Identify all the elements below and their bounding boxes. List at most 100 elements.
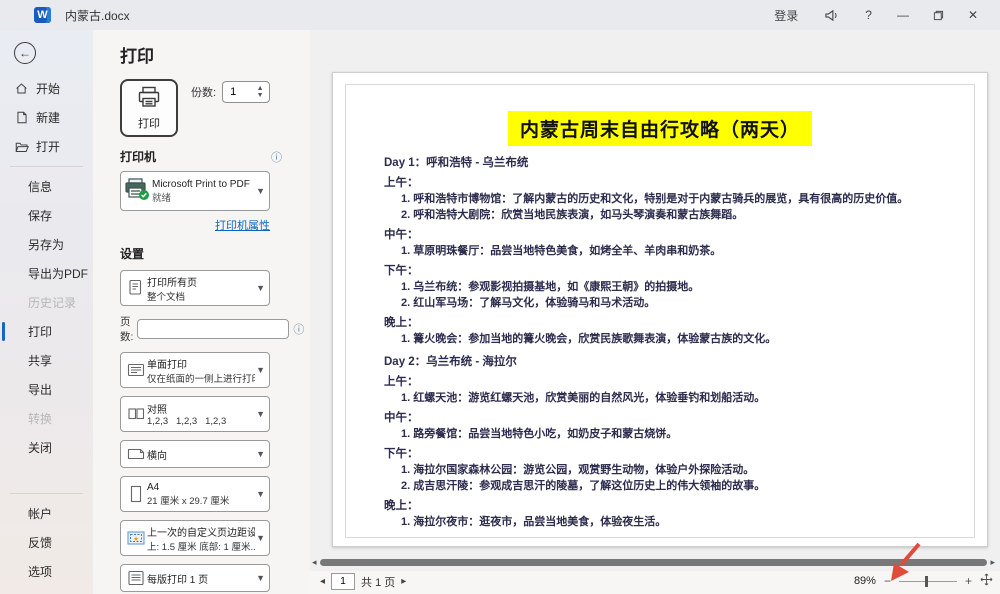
sidebar-item-export[interactable]: 导出 bbox=[0, 375, 93, 404]
printer-status: 就绪 bbox=[152, 190, 255, 204]
sidebar-item-label: 另存为 bbox=[28, 236, 64, 253]
dropdown-paper-size[interactable]: A421 厘米 x 29.7 厘米▼ bbox=[120, 476, 270, 512]
print-button-label: 打印 bbox=[138, 115, 160, 131]
sign-in-button[interactable]: 登录 bbox=[761, 3, 811, 28]
chevron-down-icon: ▼ bbox=[255, 283, 266, 293]
horizontal-scrollbar[interactable]: ◂ ▸ bbox=[312, 558, 995, 567]
info-icon[interactable]: ⓘ bbox=[293, 321, 304, 337]
sidebar-item-open[interactable]: 打开 bbox=[0, 132, 93, 161]
dropdown-orientation[interactable]: 横向▼ bbox=[120, 440, 270, 468]
titlebar-document-name: 内蒙古.docx bbox=[65, 7, 130, 24]
doc-item-line: 1. 草原明珠餐厅：品尝当地特色美食，如烤全羊、羊肉串和奶茶。 bbox=[384, 244, 944, 259]
dropdown-text: 对照1,2,3 1,2,3 1,2,3 bbox=[147, 401, 255, 427]
doc-item-line: 2. 呼和浩特大剧院：欣赏当地民族表演，如马头琴演奏和蒙古族舞蹈。 bbox=[384, 208, 944, 223]
dropdown-margins[interactable]: ★上一次的自定义页边距设置上: 1.5 厘米 底部: 1 厘米...▼ bbox=[120, 520, 270, 556]
titlebar: W 内蒙古.docx 登录 ? — ✕ bbox=[0, 0, 1000, 30]
sidebar-item-label: 历史记录 bbox=[28, 294, 76, 311]
scroll-right-icon[interactable]: ▸ bbox=[990, 558, 995, 567]
back-button[interactable]: ← bbox=[14, 42, 36, 64]
help-button[interactable]: ? bbox=[852, 4, 885, 26]
restore-button[interactable] bbox=[921, 6, 956, 25]
sidebar-item-info[interactable]: 信息 bbox=[0, 172, 93, 201]
dropdown-text: 打印所有页整个文档 bbox=[147, 274, 255, 303]
doc-item-line: 2. 成吉思汗陵：参观成吉思汗的陵墓，了解这位历史上的伟大领袖的故事。 bbox=[384, 479, 944, 494]
copies-stepper[interactable]: ▲▼ bbox=[222, 81, 270, 103]
spin-up-icon[interactable]: ▲ bbox=[257, 85, 264, 92]
dropdown-collation[interactable]: 对照1,2,3 1,2,3 1,2,3▼ bbox=[120, 396, 270, 432]
margins-icon: ★ bbox=[124, 528, 147, 548]
zoom-slider-thumb[interactable] bbox=[925, 576, 928, 587]
spin-down-icon[interactable]: ▼ bbox=[257, 92, 264, 99]
doc-item-line: 1. 路旁餐馆：品尝当地特色小吃，如奶皮子和蒙古烧饼。 bbox=[384, 427, 944, 442]
dropdown-text: 横向 bbox=[147, 447, 255, 462]
scrollbar-thumb[interactable] bbox=[320, 559, 988, 566]
dropdown-print-range[interactable]: 打印所有页整个文档▼ bbox=[120, 270, 270, 306]
copies-input[interactable] bbox=[223, 82, 251, 102]
pages-per-sheet-icon bbox=[124, 568, 147, 588]
dropdown-line2: 上: 1.5 厘米 底部: 1 厘米... bbox=[147, 539, 255, 553]
sidebar-divider bbox=[10, 493, 83, 494]
sidebar-item-print[interactable]: 打印 bbox=[0, 317, 93, 346]
zoom-out-button[interactable]: − bbox=[884, 574, 891, 588]
sidebar-item-account[interactable]: 帐户 bbox=[0, 499, 93, 528]
dropdown-line2: 21 厘米 x 29.7 厘米 bbox=[147, 493, 255, 507]
sidebar-item-label: 导出为PDF bbox=[28, 265, 88, 282]
pages-input[interactable] bbox=[137, 319, 289, 339]
print-all-pages-icon bbox=[124, 278, 147, 298]
doc-item-line: 1. 篝火晚会：参加当地的篝火晚会，欣赏民族歌舞表演，体验蒙古族的文化。 bbox=[384, 332, 944, 347]
sidebar-divider bbox=[10, 166, 83, 167]
doc-item-line: 1. 红螺天池：游览红螺天池，欣赏美丽的自然风光，体验垂钓和划船活动。 bbox=[384, 391, 944, 406]
sidebar-item-export-pdf[interactable]: 导出为PDF bbox=[0, 259, 93, 288]
sidebar-item-feedback[interactable]: 反馈 bbox=[0, 528, 93, 557]
dropdown-duplex[interactable]: 单面打印仅在纸面的一侧上进行打印▼ bbox=[120, 352, 270, 388]
dropdown-pages-per-sheet[interactable]: 每版打印 1 页▼ bbox=[120, 564, 270, 592]
minimize-button[interactable]: — bbox=[885, 4, 921, 26]
sidebar-item-save-as[interactable]: 另存为 bbox=[0, 230, 93, 259]
doc-item-line: 1. 海拉尔国家森林公园：游览公园，观赏野生动物，体验户外探险活动。 bbox=[384, 463, 944, 478]
doc-item-line: 1. 海拉尔夜市：逛夜市，品尝当地美食，体验夜生活。 bbox=[384, 515, 944, 530]
doc-day-line: Day 1：呼和浩特 - 乌兰布统 bbox=[384, 156, 944, 171]
sidebar-item-save[interactable]: 保存 bbox=[0, 201, 93, 230]
current-page-input[interactable] bbox=[331, 573, 355, 590]
print-button[interactable]: 打印 bbox=[120, 79, 178, 137]
copies-spin-arrows[interactable]: ▲▼ bbox=[251, 82, 269, 102]
sidebar-item-share[interactable]: 共享 bbox=[0, 346, 93, 375]
doc-label-line: 上午： bbox=[384, 375, 944, 390]
doc-item-line: 1. 乌兰布统：参观影视拍摄基地，如《康熙王朝》的拍摄地。 bbox=[384, 280, 944, 295]
print-settings-panel: 打印 打印 份数: ▲▼ 打印机 ⓘ bbox=[93, 30, 310, 594]
zoom-in-button[interactable]: + bbox=[965, 574, 972, 588]
open-folder-icon bbox=[14, 141, 29, 153]
sidebar-item-label: 信息 bbox=[28, 178, 52, 195]
printer-properties-link[interactable]: 打印机属性 bbox=[215, 220, 270, 232]
dropdown-line1: A4 bbox=[147, 482, 255, 493]
printer-icon bbox=[137, 86, 161, 113]
megaphone-icon[interactable] bbox=[811, 5, 852, 26]
scroll-left-icon[interactable]: ◂ bbox=[312, 558, 317, 567]
dropdown-line2: 仅在纸面的一侧上进行打印 bbox=[147, 371, 255, 385]
svg-text:★: ★ bbox=[133, 536, 139, 543]
sidebar-item-close[interactable]: 关闭 bbox=[0, 433, 93, 462]
sidebar-item-new[interactable]: 新建 bbox=[0, 103, 93, 132]
close-button[interactable]: ✕ bbox=[956, 4, 990, 26]
printer-selector[interactable]: Microsoft Print to PDF 就绪 ▼ bbox=[120, 171, 270, 211]
dropdown-line1: 打印所有页 bbox=[147, 274, 255, 289]
previous-page-icon[interactable]: ◂ bbox=[320, 576, 325, 587]
sidebar-item-options[interactable]: 选项 bbox=[0, 557, 93, 586]
doc-label-line: 上午： bbox=[384, 176, 944, 191]
printer-section-label: 打印机 bbox=[120, 148, 156, 165]
info-icon[interactable]: ⓘ bbox=[271, 149, 282, 165]
settings-section-label: 设置 bbox=[120, 245, 144, 262]
copies-label: 份数: bbox=[191, 84, 216, 100]
collated-icon bbox=[124, 404, 147, 424]
one-sided-icon bbox=[124, 360, 147, 380]
zoom-slider[interactable] bbox=[899, 581, 957, 582]
sidebar-item-home[interactable]: 开始 bbox=[0, 74, 93, 103]
dropdown-text: 上一次的自定义页边距设置上: 1.5 厘米 底部: 1 厘米... bbox=[147, 524, 255, 553]
fit-to-page-icon[interactable] bbox=[980, 573, 993, 589]
new-doc-icon bbox=[14, 111, 29, 124]
dropdown-line2: 1,2,3 1,2,3 1,2,3 bbox=[147, 416, 255, 427]
sidebar-item-label: 关闭 bbox=[28, 439, 52, 456]
doc-item-line: 1. 呼和浩特市博物馆：了解内蒙古的历史和文化，特别是对于内蒙古骑兵的展览，具有… bbox=[384, 192, 944, 207]
next-page-icon[interactable]: ▸ bbox=[401, 576, 406, 587]
doc-label-line: 下午： bbox=[384, 447, 944, 462]
